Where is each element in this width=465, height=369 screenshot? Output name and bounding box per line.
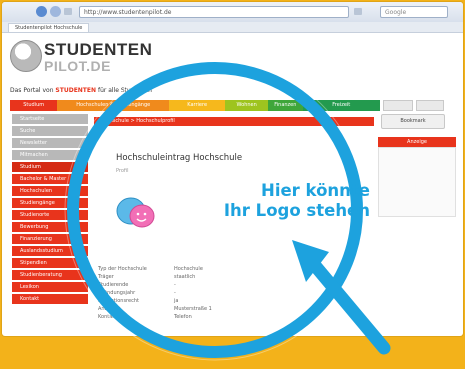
ad-headline: Hier könnte Ihr Logo stehen [170, 181, 370, 221]
ad-headline-line1: Hier könnte [261, 181, 370, 200]
speech-bubble-icon [116, 197, 155, 228]
illustration-frame: http://www.studentenpilot.de Google Stud… [0, 0, 465, 369]
ad-headline-line2: Ihr Logo stehen [223, 201, 370, 220]
